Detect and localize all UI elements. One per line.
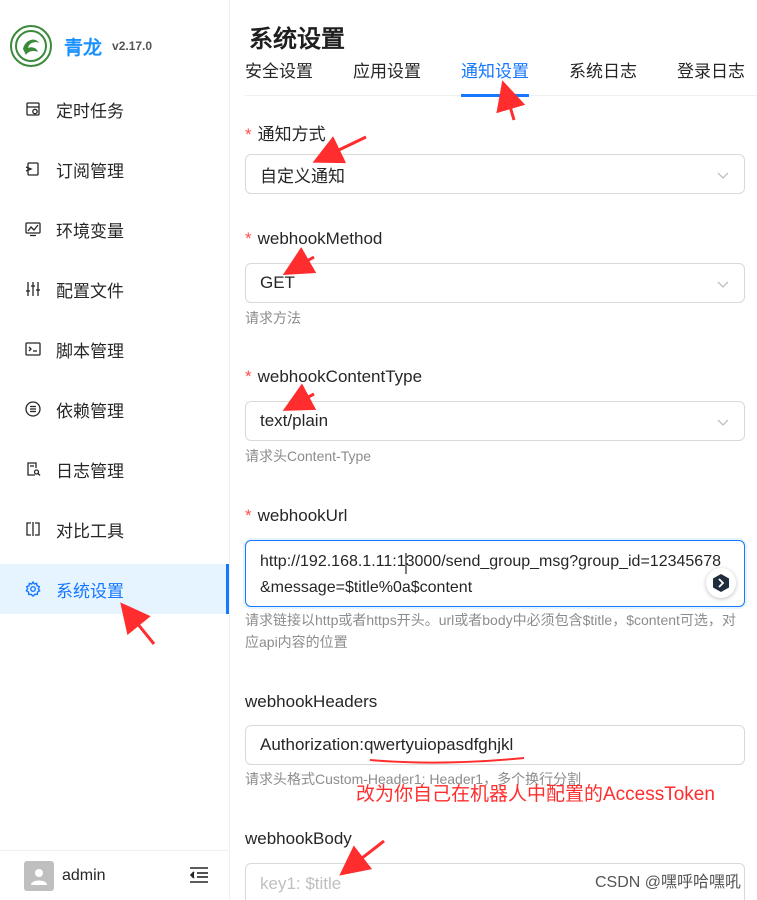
notify-method-label: * 通知方式 bbox=[245, 120, 745, 146]
logo-row[interactable]: 青龙 v2.17.0 bbox=[10, 24, 152, 68]
tab-login-log[interactable]: 登录日志 bbox=[677, 56, 745, 96]
sidebar-item-label: 对比工具 bbox=[56, 521, 124, 541]
textarea-placeholder: key1: $title bbox=[260, 873, 342, 893]
notify-method-field: * 通知方式 自定义通知 bbox=[245, 120, 745, 194]
tab-application[interactable]: 应用设置 bbox=[353, 56, 421, 96]
webhook-url-label: * webhookUrl bbox=[245, 506, 745, 532]
select-value: text/plain bbox=[260, 411, 329, 430]
webhook-headers-label: webhookHeaders bbox=[245, 692, 378, 711]
webhook-url-help: 请求链接以http或者https开头。url或者body中必须包含$title，… bbox=[245, 612, 736, 650]
monitor-icon bbox=[24, 220, 42, 238]
webhook-body-field: webhookBody key1: $title bbox=[245, 829, 745, 900]
sidebar-item-settings[interactable]: 系统设置 bbox=[0, 564, 229, 614]
sidebar-item-label: 日志管理 bbox=[56, 461, 124, 481]
sidebar-item-label: 系统设置 bbox=[56, 581, 124, 601]
sliders-icon bbox=[24, 280, 42, 298]
assistant-float-button[interactable] bbox=[706, 568, 736, 598]
webhook-method-help: 请求方法 bbox=[245, 310, 301, 326]
input-value: Authorization:qwertyuiopasdfghjkl bbox=[260, 735, 514, 754]
webhook-content-type-field: * webhookContentType text/plain 请求头Conten… bbox=[245, 367, 745, 464]
sidebar-footer: admin bbox=[0, 850, 229, 900]
required-mark: * bbox=[245, 229, 252, 248]
chevron-down-icon bbox=[716, 414, 730, 434]
select-value: 自定义通知 bbox=[260, 166, 345, 186]
sidebar-item-dependencies[interactable]: 依赖管理 bbox=[0, 384, 229, 434]
required-mark: * bbox=[245, 125, 252, 144]
tab-system-log[interactable]: 系统日志 bbox=[569, 56, 637, 96]
annotation-text: 改为你自己在机器人中配置的AccessToken bbox=[356, 784, 715, 805]
page-title: 系统设置 bbox=[249, 26, 345, 53]
webhook-content-type-select[interactable]: text/plain bbox=[245, 401, 745, 441]
label-text: webhookUrl bbox=[257, 506, 348, 525]
webhook-content-type-label: * webhookContentType bbox=[245, 367, 745, 393]
label-text: 通知方式 bbox=[257, 125, 326, 144]
label-text: webhookContentType bbox=[257, 367, 423, 386]
sidebar-item-scripts[interactable]: 脚本管理 bbox=[0, 324, 229, 374]
webhook-url-field: * webhookUrl http://192.168.1.11:13000/se… bbox=[245, 506, 745, 650]
sidebar: 青龙 v2.17.0 定时任务 订阅管理 环境变量 配置文件 脚本管理 依赖管理… bbox=[0, 0, 230, 900]
sidebar-item-env[interactable]: 环境变量 bbox=[0, 204, 229, 254]
menu-collapse-icon[interactable] bbox=[189, 866, 209, 889]
sidebar-item-label: 定时任务 bbox=[56, 101, 124, 121]
app-name: 青龙 bbox=[64, 37, 103, 59]
required-mark: * bbox=[245, 367, 252, 386]
required-mark: * bbox=[245, 506, 252, 525]
webhook-content-type-help: 请求头Content-Type bbox=[245, 448, 372, 464]
hexagon-arrow-icon bbox=[713, 574, 729, 592]
webhook-method-field: * webhookMethod GET 请求方法 bbox=[245, 229, 745, 326]
tab-notification[interactable]: 通知设置 bbox=[461, 56, 529, 97]
sidebar-item-label: 订阅管理 bbox=[56, 161, 124, 181]
webhook-method-select[interactable]: GET bbox=[245, 263, 745, 303]
webhook-body-label: webhookBody bbox=[245, 829, 352, 848]
sidebar-item-diff[interactable]: 对比工具 bbox=[0, 504, 229, 554]
avatar[interactable] bbox=[24, 860, 54, 891]
sidebar-item-config[interactable]: 配置文件 bbox=[0, 264, 229, 314]
file-search-icon bbox=[24, 460, 42, 478]
watermark: CSDN @嘿呼哈嘿吼 bbox=[594, 874, 741, 891]
gear-icon bbox=[24, 580, 42, 598]
app-version: v2.17.0 bbox=[112, 39, 153, 53]
sidebar-item-cron[interactable]: 定时任务 bbox=[0, 84, 229, 134]
subscription-icon bbox=[24, 160, 42, 178]
sidebar-item-label: 配置文件 bbox=[56, 281, 124, 301]
webhook-url-textarea[interactable]: http://192.168.1.11:13000/send_group_msg… bbox=[245, 540, 745, 607]
webhook-headers-input[interactable]: Authorization:qwertyuiopasdfghjkl bbox=[245, 725, 745, 765]
username[interactable]: admin bbox=[62, 867, 106, 885]
textarea-value: http://192.168.1.11:13000/send_group_msg… bbox=[260, 553, 721, 596]
sidebar-menu: 定时任务 订阅管理 环境变量 配置文件 脚本管理 依赖管理 日志管理 对比工具 … bbox=[0, 84, 229, 624]
chevron-down-icon bbox=[716, 276, 730, 296]
sidebar-item-label: 依赖管理 bbox=[56, 401, 124, 421]
sidebar-item-subscription[interactable]: 订阅管理 bbox=[0, 144, 229, 194]
notify-method-select[interactable]: 自定义通知 bbox=[245, 154, 745, 194]
sidebar-item-label: 脚本管理 bbox=[56, 341, 124, 361]
calendar-icon bbox=[24, 100, 42, 118]
chevron-down-icon bbox=[716, 167, 730, 187]
qinglong-logo-icon bbox=[10, 25, 52, 67]
select-value: GET bbox=[260, 273, 295, 292]
code-icon bbox=[24, 340, 42, 358]
settings-tabs: 安全设置 应用设置 通知设置 系统日志 登录日志 bbox=[245, 56, 757, 97]
tab-security[interactable]: 安全设置 bbox=[245, 56, 313, 96]
main-content: 系统设置 安全设置 应用设置 通知设置 系统日志 登录日志 * 通知方式 自定义通… bbox=[231, 0, 757, 900]
diff-icon bbox=[24, 520, 42, 538]
label-text: webhookMethod bbox=[257, 229, 383, 248]
webhook-method-label: * webhookMethod bbox=[245, 229, 745, 255]
sidebar-item-label: 环境变量 bbox=[56, 221, 124, 241]
list-icon bbox=[24, 400, 42, 418]
webhook-headers-field: webhookHeaders Authorization:qwertyuiopa… bbox=[245, 692, 745, 787]
sidebar-item-logs[interactable]: 日志管理 bbox=[0, 444, 229, 494]
